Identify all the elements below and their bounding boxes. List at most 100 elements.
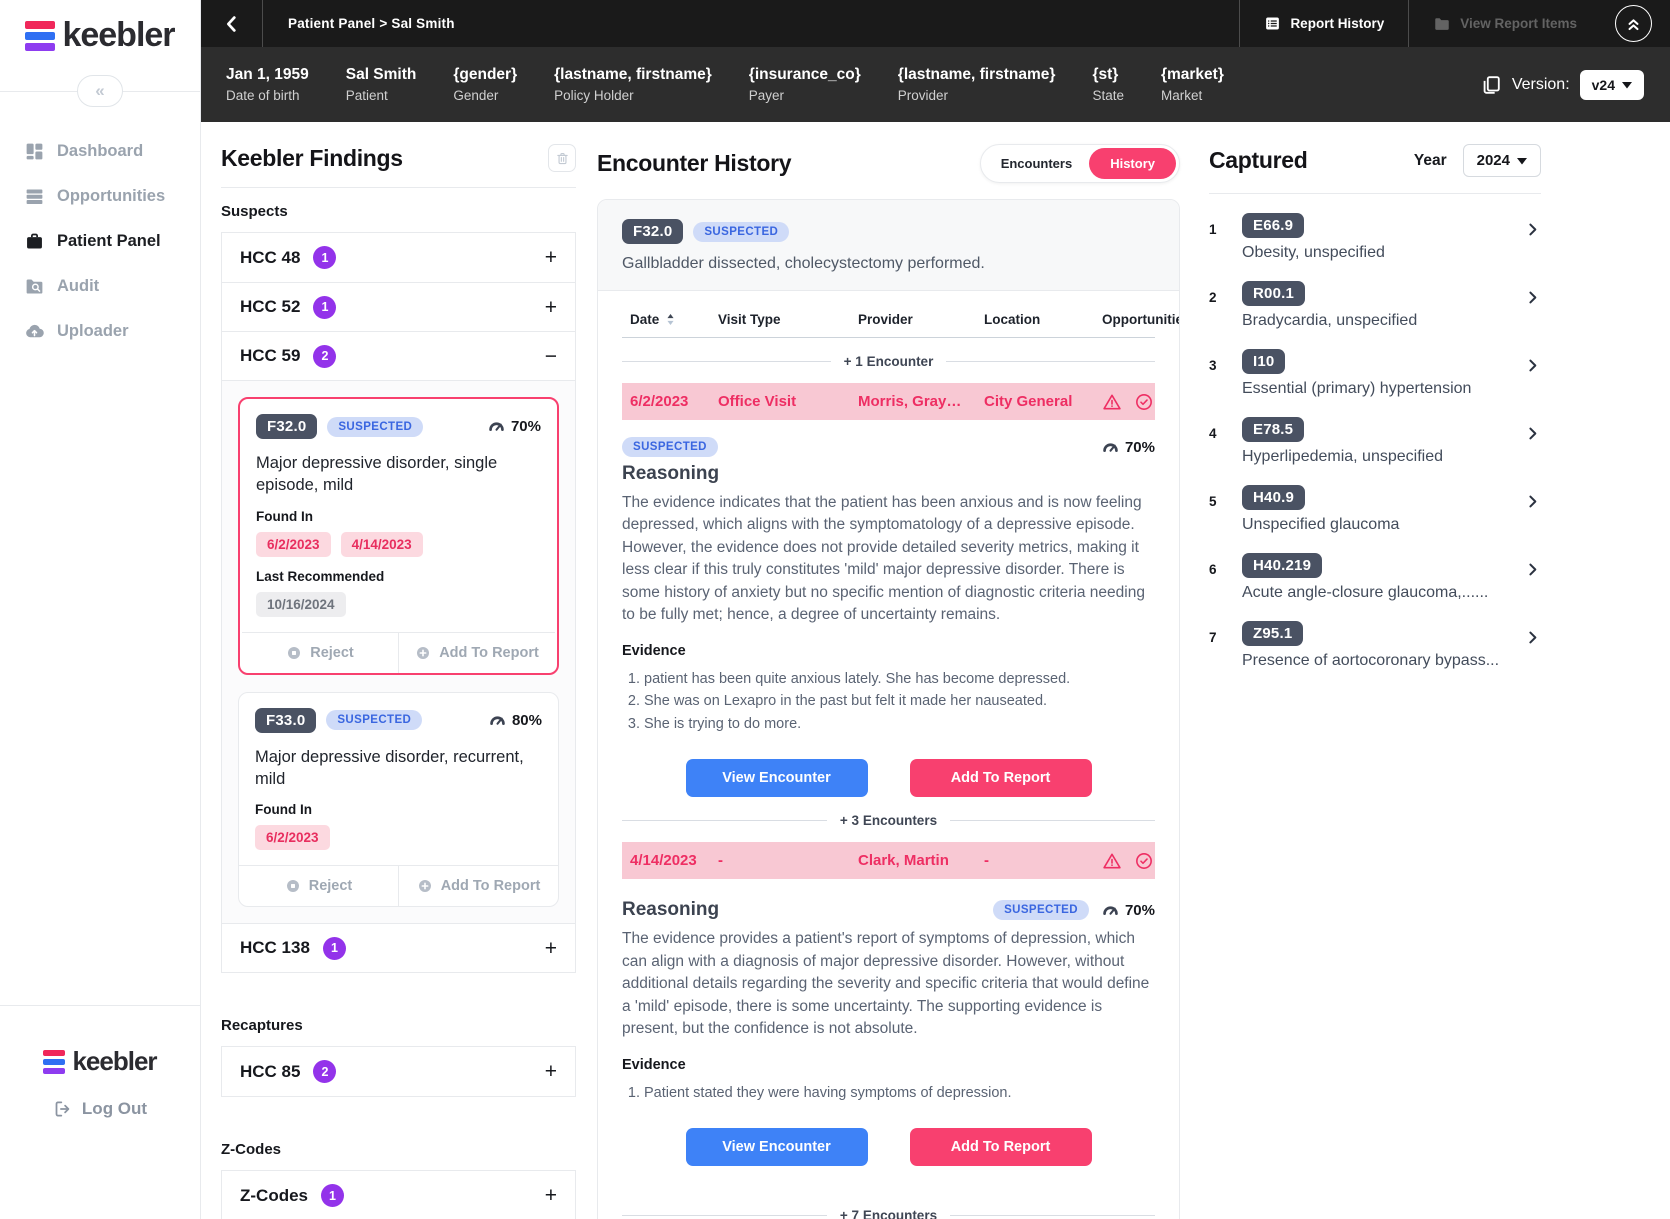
finding-card-actions: Reject Add To Report xyxy=(239,865,558,907)
encounter-row[interactable]: 4/14/2023 - Clark, Martin - xyxy=(622,842,1155,880)
expand-icon[interactable]: + xyxy=(545,1185,557,1206)
captured-item[interactable]: 2 R00.1 Bradycardia, unspecified xyxy=(1209,281,1541,330)
warning-icon xyxy=(1103,394,1121,409)
year-dropdown[interactable]: 2024 xyxy=(1462,144,1541,177)
pages-icon xyxy=(1483,75,1500,94)
sidebar-item-dashboard[interactable]: Dashboard xyxy=(0,129,200,174)
scroll-to-top-button[interactable] xyxy=(1615,5,1652,42)
logout-button[interactable]: Log Out xyxy=(53,1099,147,1119)
report-history-button[interactable]: Report History xyxy=(1239,0,1408,47)
icd-code-badge: H40.9 xyxy=(1242,485,1306,510)
chevron-right-icon[interactable] xyxy=(1524,489,1541,515)
hcc-code: HCC 59 xyxy=(240,346,301,365)
gauge-icon xyxy=(1103,442,1118,452)
view-report-items-button[interactable]: View Report Items xyxy=(1408,0,1601,47)
reject-label: Reject xyxy=(310,644,354,661)
hcc-group-row-48[interactable]: HCC 48 1 + xyxy=(222,233,575,282)
found-in-dates: 6/2/2023 4/14/2023 xyxy=(256,531,541,557)
back-button[interactable] xyxy=(201,0,263,47)
captured-item[interactable]: 4 E78.5 Hyperlipedemia, unspecified xyxy=(1209,417,1541,466)
add-to-report-button[interactable]: Add To Report xyxy=(398,866,558,907)
chevron-right-icon[interactable] xyxy=(1524,421,1541,447)
expand-icon[interactable]: + xyxy=(545,938,557,959)
reasoning-title: Reasoning xyxy=(622,899,720,921)
icd-code-badge: H40.219 xyxy=(1242,553,1323,578)
captured-item[interactable]: 1 E66.9 Obesity, unspecified xyxy=(1209,213,1541,262)
chevron-right-icon[interactable] xyxy=(1524,625,1541,651)
expand-icon[interactable]: + xyxy=(545,1061,557,1082)
hcc-group-row-59[interactable]: HCC 59 2 − xyxy=(222,331,575,380)
reasoning-title: Reasoning xyxy=(622,463,720,484)
encounter-provider: Morris, Gray… xyxy=(858,393,962,410)
zcodes-accordion: Z-Codes 1 + xyxy=(221,1170,576,1219)
last-recommended-label: Last Recommended xyxy=(256,568,385,584)
patient-field-gender: {gender} Gender xyxy=(453,66,518,103)
add-to-report-button[interactable]: Add To Report xyxy=(909,759,1092,798)
view-encounter-button[interactable]: View Encounter xyxy=(685,1128,868,1167)
hcc-group-row-138[interactable]: HCC 138 1 + xyxy=(222,923,575,973)
encounter-group-divider: + 1 Encounter xyxy=(622,354,1155,369)
sidebar-item-patient-panel[interactable]: Patient Panel xyxy=(0,219,200,264)
captured-item[interactable]: 5 H40.9 Unspecified glaucoma xyxy=(1209,485,1541,534)
version-dropdown[interactable]: v24 xyxy=(1579,69,1644,100)
gauge-icon xyxy=(1103,906,1118,915)
hcc59-expanded-panel: F32.0 SUSPECTED 70% Major depressive dis… xyxy=(222,380,575,924)
delete-findings-button[interactable] xyxy=(548,144,576,172)
reject-icon xyxy=(288,646,301,659)
content: Keebler Findings Suspects HCC 48 1 + HCC… xyxy=(201,122,1670,1219)
recaptures-section-label: Recaptures xyxy=(221,1017,303,1035)
chevron-right-icon[interactable] xyxy=(1524,285,1541,311)
app: keebler « Dashboard Opportunities Patien… xyxy=(0,0,1670,1219)
reject-label: Reject xyxy=(308,878,353,895)
hcc-group-row-85[interactable]: HCC 85 2 + xyxy=(222,1047,575,1097)
captured-title: Captured xyxy=(1209,147,1308,173)
chevron-right-icon[interactable] xyxy=(1524,557,1541,583)
report-history-label: Report History xyxy=(1290,16,1385,31)
chevron-right-icon[interactable] xyxy=(1524,217,1541,243)
finding-card-f32[interactable]: F32.0 SUSPECTED 70% Major depressive dis… xyxy=(238,397,559,675)
zcode-label: Z-Codes xyxy=(240,1185,308,1205)
add-to-report-button[interactable]: Add To Report xyxy=(398,632,555,673)
evidence-item: She was on Lexapro in the past but felt … xyxy=(644,690,1155,712)
column-header-date[interactable]: Date xyxy=(622,312,718,327)
diagnosis-description: Obesity, unspecified xyxy=(1242,244,1385,261)
toggle-history[interactable]: History xyxy=(1089,148,1176,179)
audit-folder-search-icon xyxy=(26,279,43,294)
view-encounter-button[interactable]: View Encounter xyxy=(685,759,868,798)
patient-field-market: {market} Market xyxy=(1160,66,1224,103)
sidebar-item-audit[interactable]: Audit xyxy=(0,264,200,309)
sidebar-collapse-button[interactable]: « xyxy=(77,75,123,107)
encounter-actions: View Encounter Add To Report xyxy=(622,759,1155,798)
toggle-encounters[interactable]: Encounters xyxy=(984,148,1090,179)
finding-card-header: F32.0 SUSPECTED 70% xyxy=(256,414,541,439)
evidence-item: Patient stated they were having symptoms… xyxy=(644,1082,1155,1104)
sidebar-item-opportunities[interactable]: Opportunities xyxy=(0,174,200,219)
captured-item[interactable]: 6 H40.219 Acute angle-closure glaucoma,.… xyxy=(1209,553,1541,602)
keebler-logo: keebler xyxy=(0,0,200,55)
reject-button[interactable]: Reject xyxy=(242,633,398,673)
add-to-report-button[interactable]: Add To Report xyxy=(909,1128,1092,1167)
captured-item[interactable]: 7 Z95.1 Presence of aortocoronary bypass… xyxy=(1209,621,1541,670)
confidence-value: 80% xyxy=(511,711,542,729)
captured-item[interactable]: 3 I10 Essential (primary) hypertension xyxy=(1209,349,1541,398)
hcc-group-row-52[interactable]: HCC 52 1 + xyxy=(222,282,575,331)
view-report-items-label: View Report Items xyxy=(1460,16,1577,31)
expand-icon[interactable]: + xyxy=(545,247,557,268)
add-to-report-label: Add To Report xyxy=(440,878,541,895)
zcodes-group-row[interactable]: Z-Codes 1 + xyxy=(222,1171,575,1219)
collapse-icon[interactable]: − xyxy=(545,346,557,367)
encounter-row[interactable]: 6/2/2023 Office Visit Morris, Gray… City… xyxy=(622,383,1155,420)
confidence: 70% xyxy=(1101,901,1155,920)
chevron-right-icon[interactable] xyxy=(1524,353,1541,379)
keebler-logo-icon xyxy=(25,20,56,51)
sidebar-nav: Dashboard Opportunities Patient Panel Au… xyxy=(0,129,200,354)
sidebar-item-uploader[interactable]: Uploader xyxy=(0,309,200,354)
trash-icon xyxy=(556,152,568,164)
opportunities-icon xyxy=(26,189,43,205)
diagnosis-title: Major depressive disorder, recurrent, mi… xyxy=(255,747,524,788)
finding-card-f33[interactable]: F33.0 SUSPECTED 80% Major depressive dis… xyxy=(238,691,559,908)
expand-icon[interactable]: + xyxy=(545,297,557,318)
reject-button[interactable]: Reject xyxy=(239,866,398,906)
patient-field-state: {st} State xyxy=(1092,66,1124,103)
